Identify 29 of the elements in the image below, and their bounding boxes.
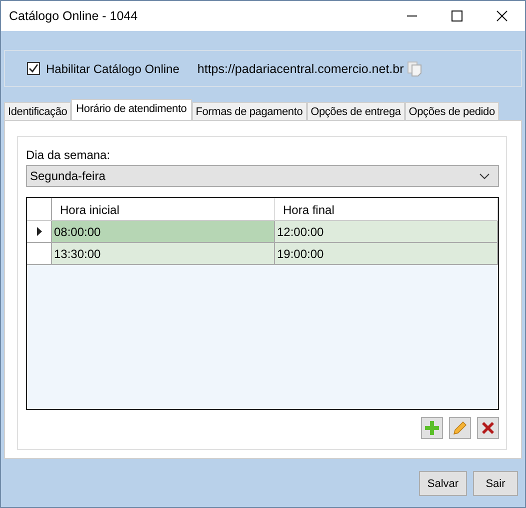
weekday-dropdown[interactable]: Segunda-feira: [26, 165, 499, 187]
tab[interactable]: Identificação: [4, 102, 72, 120]
table-cell[interactable]: 12:00:00: [275, 221, 498, 243]
checkbox-label[interactable]: Habilitar Catálogo Online: [46, 62, 180, 76]
close-icon[interactable]: [496, 10, 508, 22]
table-cell[interactable]: 13:30:00: [52, 243, 275, 265]
tab[interactable]: Opções de entrega: [306, 102, 405, 120]
tab[interactable]: Formas de pagamento: [192, 102, 307, 120]
window-title: Catálogo Online - 1044: [9, 9, 138, 23]
edit-button[interactable]: [449, 417, 471, 439]
table-cell[interactable]: 08:00:00: [52, 221, 275, 243]
weekday-label: Dia da semana:: [26, 148, 112, 162]
tab[interactable]: Opções de pedido: [404, 102, 499, 120]
delete-icon: [480, 420, 496, 436]
dialog-button[interactable]: Salvar: [419, 471, 467, 496]
dialog-button[interactable]: Sair: [473, 471, 518, 496]
maximize-icon[interactable]: [451, 10, 463, 22]
column-header[interactable]: Hora inicial: [52, 198, 275, 220]
url-text: https://padariacentral.comercio.net.br: [197, 62, 404, 76]
column-header[interactable]: Hora final: [275, 198, 498, 220]
pencil-icon: [452, 420, 468, 436]
tab[interactable]: Horário de atendimento: [71, 99, 192, 120]
current-row-icon: [36, 227, 42, 236]
delete-button[interactable]: [477, 417, 499, 439]
table-cell[interactable]: 19:00:00: [275, 243, 498, 265]
plus-icon: [424, 420, 440, 436]
checkbox[interactable]: [27, 62, 40, 75]
row-header[interactable]: [27, 221, 52, 243]
chevron-down-icon: [479, 172, 490, 180]
